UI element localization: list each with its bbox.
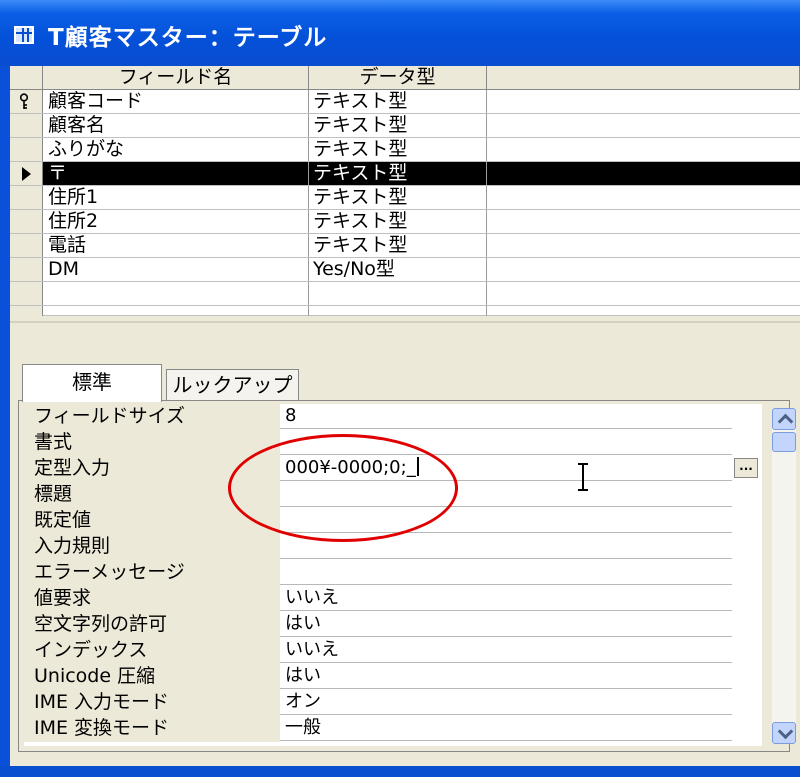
description-cell[interactable] bbox=[487, 234, 800, 257]
field-grid: フィールド名 データ型 顧客コード テキスト型 顧客名 テキスト型 ふりがな テ… bbox=[10, 66, 800, 316]
description-cell[interactable] bbox=[487, 138, 800, 161]
description-cell[interactable] bbox=[487, 162, 800, 185]
row-selector[interactable] bbox=[10, 186, 43, 209]
field-name-cell[interactable]: ふりがな bbox=[43, 138, 309, 161]
data-type-cell[interactable]: テキスト型 bbox=[309, 234, 487, 257]
row-selector[interactable] bbox=[10, 138, 43, 161]
tab-lookup[interactable]: ルックアップ bbox=[166, 369, 299, 401]
property-label: IME 変換モード bbox=[24, 716, 280, 742]
field-name-cell[interactable]: 電話 bbox=[43, 234, 309, 257]
highlight-annotation-ellipse bbox=[228, 434, 458, 542]
property-row[interactable]: 空文字列の許可 はい bbox=[24, 612, 760, 638]
property-value[interactable]: いいえ bbox=[280, 586, 732, 611]
title-bar[interactable]: T顧客マスター：テーブル bbox=[0, 0, 800, 66]
table-row[interactable]: 顧客コード テキスト型 bbox=[10, 90, 800, 114]
property-row[interactable]: エラーメッセージ bbox=[24, 560, 760, 586]
row-selector[interactable] bbox=[10, 162, 43, 185]
primary-key-icon bbox=[19, 93, 29, 109]
grid-corner[interactable] bbox=[10, 66, 43, 90]
field-name-cell[interactable]: 顧客コード bbox=[43, 90, 309, 113]
property-label: インデックス bbox=[24, 638, 280, 664]
property-label: 空文字列の許可 bbox=[24, 612, 280, 638]
row-selector[interactable] bbox=[10, 90, 43, 113]
text-cursor-icon bbox=[578, 463, 588, 491]
property-label: 値要求 bbox=[24, 586, 280, 612]
table-row[interactable]: 顧客名 テキスト型 bbox=[10, 114, 800, 138]
table-row[interactable]: 電話 テキスト型 bbox=[10, 234, 800, 258]
tab-general[interactable]: 標準 bbox=[22, 364, 162, 402]
description-cell[interactable] bbox=[487, 90, 800, 113]
row-selector[interactable] bbox=[10, 234, 43, 257]
row-selector[interactable] bbox=[10, 114, 43, 137]
property-value[interactable] bbox=[280, 560, 732, 585]
description-cell[interactable] bbox=[487, 114, 800, 137]
property-row[interactable]: 入力規則 bbox=[24, 534, 760, 560]
properties-scrollbar[interactable] bbox=[772, 408, 796, 744]
data-type-cell[interactable]: テキスト型 bbox=[309, 90, 487, 113]
table-row[interactable]: DM Yes/No型 bbox=[10, 258, 800, 282]
column-header-description[interactable] bbox=[487, 66, 800, 90]
property-value[interactable]: 一般 bbox=[280, 716, 732, 741]
description-cell[interactable] bbox=[487, 282, 800, 305]
property-row[interactable]: 値要求 いいえ bbox=[24, 586, 760, 612]
property-value[interactable]: いいえ bbox=[280, 638, 732, 663]
field-name-cell[interactable]: 〒 bbox=[43, 162, 309, 185]
window-bottom-border bbox=[0, 766, 800, 777]
table-row-selected[interactable]: 〒 テキスト型 bbox=[10, 162, 800, 186]
field-name-cell[interactable] bbox=[43, 306, 309, 316]
property-label: Unicode 圧縮 bbox=[24, 664, 280, 690]
access-table-design-window: T顧客マスター：テーブル フィールド名 データ型 顧客コード テキスト型 顧客名… bbox=[0, 0, 800, 777]
window-title: T顧客マスター：テーブル bbox=[48, 25, 328, 51]
builder-button[interactable]: ... bbox=[734, 458, 758, 478]
table-row[interactable] bbox=[10, 282, 800, 306]
data-type-cell[interactable]: テキスト型 bbox=[309, 162, 487, 185]
field-name-cell[interactable]: 顧客名 bbox=[43, 114, 309, 137]
row-selector[interactable] bbox=[10, 210, 43, 233]
property-label: IME 入力モード bbox=[24, 690, 280, 716]
property-label: 書式 bbox=[24, 430, 280, 456]
field-name-cell[interactable] bbox=[43, 282, 309, 305]
row-selector[interactable] bbox=[10, 258, 43, 281]
column-header-field-name[interactable]: フィールド名 bbox=[43, 66, 309, 90]
table-icon bbox=[14, 26, 34, 44]
field-name-cell[interactable]: DM bbox=[43, 258, 309, 281]
property-label: フィールドサイズ bbox=[24, 404, 280, 430]
row-selector[interactable] bbox=[10, 282, 43, 305]
scroll-thumb[interactable] bbox=[772, 432, 796, 452]
table-row[interactable]: ふりがな テキスト型 bbox=[10, 138, 800, 162]
property-row[interactable]: IME 変換モード 一般 bbox=[24, 716, 760, 742]
property-row[interactable]: IME 入力モード オン bbox=[24, 690, 760, 716]
data-type-cell[interactable] bbox=[309, 306, 487, 316]
property-row[interactable]: Unicode 圧縮 はい bbox=[24, 664, 760, 690]
row-selector[interactable] bbox=[10, 306, 43, 316]
current-row-arrow-icon bbox=[22, 167, 31, 181]
data-type-cell[interactable]: Yes/No型 bbox=[309, 258, 487, 281]
scroll-down-button[interactable] bbox=[772, 722, 796, 744]
description-cell[interactable] bbox=[487, 186, 800, 209]
data-type-cell[interactable]: テキスト型 bbox=[309, 114, 487, 137]
property-label: エラーメッセージ bbox=[24, 560, 280, 586]
field-name-cell[interactable]: 住所2 bbox=[43, 210, 309, 233]
description-cell[interactable] bbox=[487, 258, 800, 281]
table-row[interactable]: 住所1 テキスト型 bbox=[10, 186, 800, 210]
property-row[interactable]: フィールドサイズ 8 bbox=[24, 404, 760, 430]
property-label: 入力規則 bbox=[24, 534, 280, 560]
property-value[interactable]: オン bbox=[280, 690, 732, 715]
table-row[interactable]: 住所2 テキスト型 bbox=[10, 210, 800, 234]
data-type-cell[interactable] bbox=[309, 282, 487, 305]
property-value[interactable]: はい bbox=[280, 664, 732, 689]
description-cell[interactable] bbox=[487, 210, 800, 233]
column-header-data-type[interactable]: データ型 bbox=[309, 66, 487, 90]
table-row[interactable] bbox=[10, 306, 800, 316]
data-type-cell[interactable]: テキスト型 bbox=[309, 186, 487, 209]
data-type-cell[interactable]: テキスト型 bbox=[309, 138, 487, 161]
chevron-down-icon bbox=[777, 723, 794, 740]
scroll-up-button[interactable] bbox=[772, 408, 796, 430]
property-value[interactable]: 8 bbox=[280, 404, 732, 429]
field-name-cell[interactable]: 住所1 bbox=[43, 186, 309, 209]
data-type-cell[interactable]: テキスト型 bbox=[309, 210, 487, 233]
chevron-up-icon bbox=[777, 413, 794, 430]
property-row[interactable]: インデックス いいえ bbox=[24, 638, 760, 664]
property-value[interactable]: はい bbox=[280, 612, 732, 637]
